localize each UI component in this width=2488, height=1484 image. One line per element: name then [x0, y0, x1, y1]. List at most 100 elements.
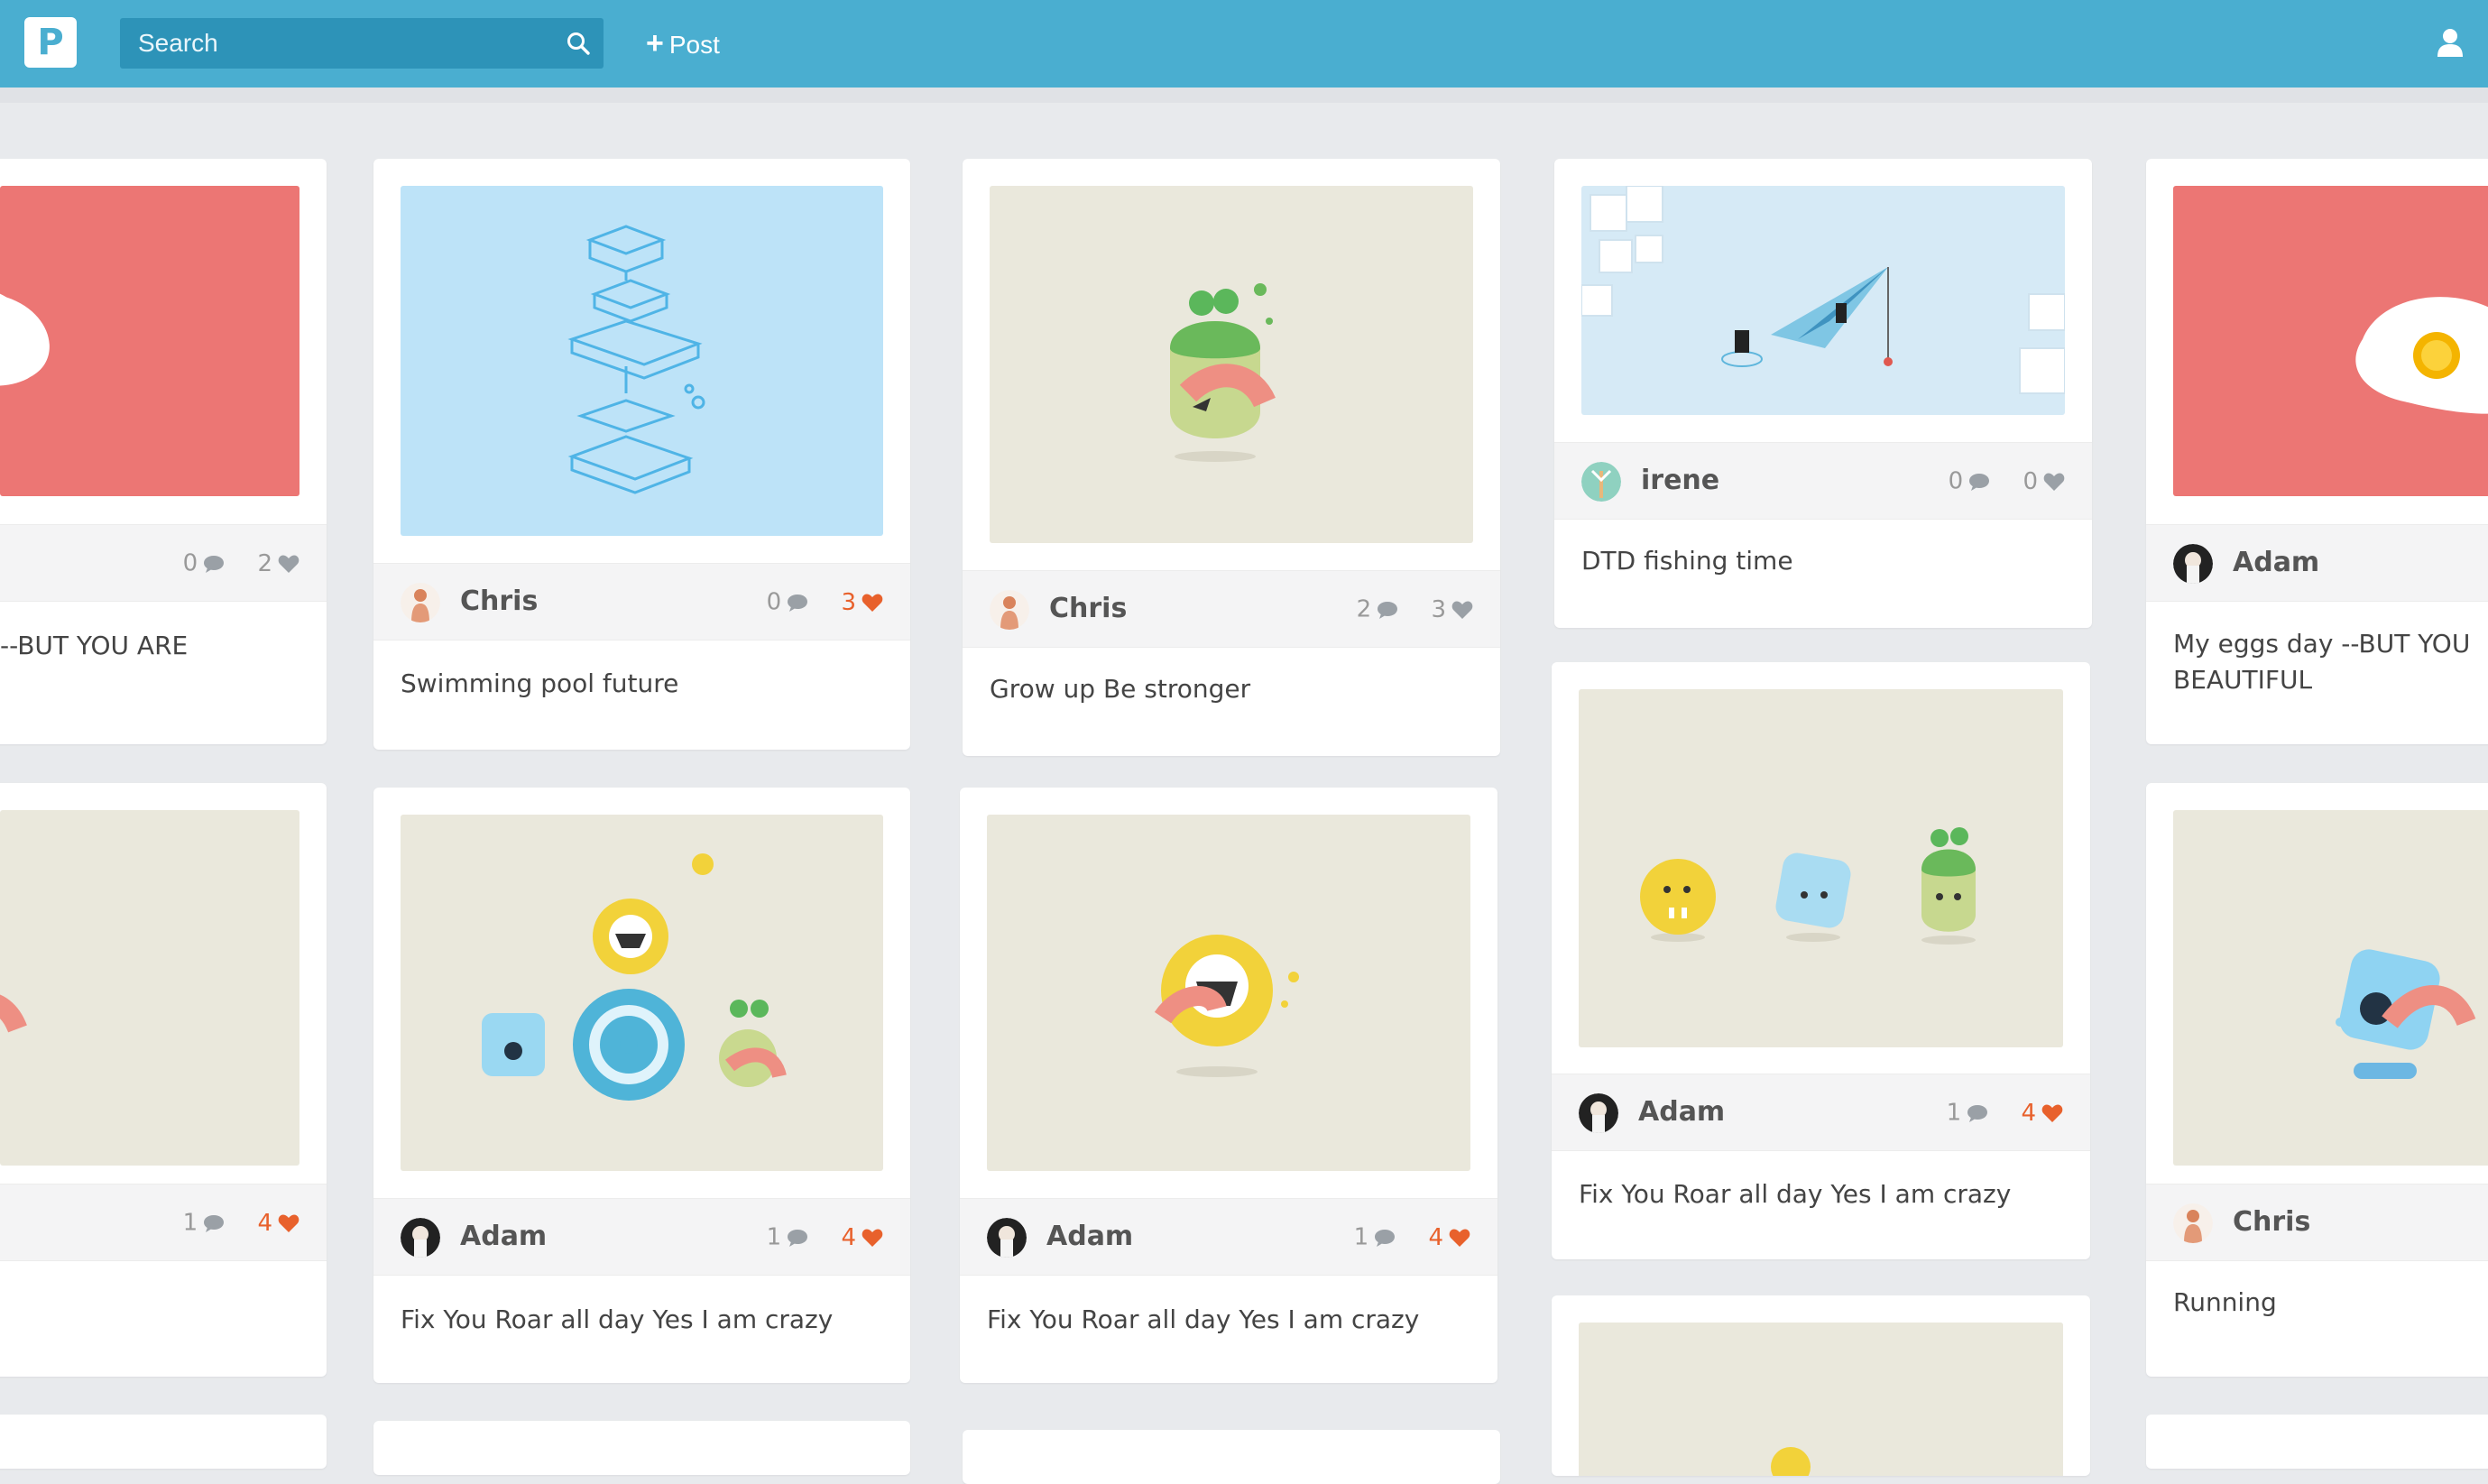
user-avatar[interactable] — [1579, 1093, 1618, 1133]
comment-count: 1 — [1353, 1223, 1369, 1251]
heart-icon[interactable] — [1449, 1228, 1470, 1248]
heart-icon[interactable] — [2041, 1103, 2063, 1123]
user-avatar[interactable] — [990, 590, 1029, 630]
post-image[interactable] — [0, 810, 299, 1166]
post-caption: Running — [2173, 1287, 2277, 1317]
username[interactable]: Chris — [2233, 1184, 2310, 1260]
post-caption: My eggs day --BUT YOU BEAUTIFUL — [2173, 629, 2471, 695]
post-image[interactable] — [401, 186, 883, 536]
post-card[interactable]: Chris Running — [2146, 783, 2488, 1377]
user-avatar[interactable] — [2173, 544, 2213, 584]
plus-icon: + — [646, 26, 664, 60]
post-card[interactable]: Chris 0 3 Swimming pool future — [373, 159, 910, 750]
comment-icon[interactable] — [1967, 1103, 1988, 1123]
comment-icon[interactable] — [203, 1213, 225, 1233]
search-icon[interactable] — [566, 31, 591, 56]
comment-icon[interactable] — [1968, 472, 1990, 492]
user-avatar[interactable] — [401, 1218, 440, 1258]
comment-count: 0 — [766, 588, 782, 616]
username[interactable]: irene — [1641, 443, 1719, 519]
like-count: 2 — [257, 549, 272, 577]
post-meta: Chris — [2146, 1184, 2488, 1261]
app-logo[interactable]: P — [24, 17, 77, 68]
post-stats: 0 2 — [183, 525, 299, 601]
post-image[interactable] — [2173, 186, 2488, 496]
heart-icon[interactable] — [278, 554, 299, 574]
post-meta: 1 4 — [0, 1184, 327, 1261]
search-box — [120, 18, 604, 69]
username[interactable]: Adam — [460, 1199, 547, 1275]
top-navbar: P +Post — [0, 0, 2488, 88]
comment-count: 0 — [1948, 467, 1964, 495]
heart-icon[interactable] — [2043, 472, 2065, 492]
post-card[interactable]: irene 0 0 DTD fishing time — [1554, 159, 2092, 628]
post-image[interactable] — [0, 186, 299, 496]
comment-count: 0 — [182, 549, 198, 577]
post-meta: Chris 0 3 — [373, 563, 910, 641]
like-count: 4 — [1428, 1223, 1443, 1251]
post-meta: 0 2 — [0, 524, 327, 602]
post-stats: 1 4 — [183, 1184, 299, 1260]
post-image[interactable] — [401, 815, 883, 1171]
post-card[interactable] — [0, 1415, 327, 1469]
heart-icon[interactable] — [862, 593, 883, 613]
post-card[interactable]: Adam My eggs day --BUT YOU BEAUTIFUL — [2146, 159, 2488, 744]
post-image[interactable] — [1579, 689, 2063, 1047]
post-image[interactable] — [987, 815, 1470, 1171]
like-count: 4 — [841, 1223, 856, 1251]
logo-letter: P — [37, 22, 64, 63]
heart-icon[interactable] — [1451, 600, 1473, 620]
post-image[interactable] — [1581, 186, 2065, 415]
username[interactable]: Adam — [1638, 1074, 1725, 1150]
post-card[interactable]: Adam 1 4 Fix You Roar all day Yes I am c… — [373, 788, 910, 1383]
post-caption: Fix You Roar all day Yes I am crazy — [401, 1304, 834, 1334]
post-caption: DTD fishing time — [1581, 546, 1793, 576]
post-card[interactable] — [2146, 1415, 2488, 1469]
post-meta: Chris 2 3 — [963, 570, 1500, 648]
post-image[interactable] — [2173, 810, 2488, 1166]
comment-icon[interactable] — [787, 593, 808, 613]
like-count: 0 — [2023, 467, 2038, 495]
post-card[interactable] — [373, 1421, 910, 1475]
user-avatar[interactable] — [2173, 1203, 2213, 1243]
username[interactable]: Chris — [1049, 571, 1127, 647]
comment-icon[interactable] — [203, 554, 225, 574]
username[interactable]: Adam — [2233, 525, 2319, 601]
username[interactable]: Chris — [460, 564, 538, 640]
post-meta: Adam 1 4 — [1552, 1074, 2090, 1151]
heart-icon[interactable] — [278, 1213, 299, 1233]
like-count: 3 — [1431, 595, 1446, 623]
post-caption: Fix You Roar all day Yes I am crazy — [987, 1304, 1420, 1334]
user-avatar[interactable] — [987, 1218, 1027, 1258]
post-stats: 0 3 — [767, 564, 883, 640]
post-card[interactable] — [1552, 1295, 2090, 1476]
comment-icon[interactable] — [787, 1228, 808, 1248]
user-avatar[interactable] — [401, 583, 440, 622]
post-card[interactable]: Adam 1 4 Fix You Roar all day Yes I am c… — [960, 788, 1497, 1383]
post-card[interactable]: Chris 2 3 Grow up Be stronger — [963, 159, 1500, 756]
post-image[interactable] — [990, 186, 1473, 543]
post-image[interactable] — [1579, 1323, 2063, 1476]
user-icon[interactable] — [2436, 27, 2465, 58]
post-card[interactable]: Adam 1 4 Fix You Roar all day Yes I am c… — [1552, 662, 2090, 1259]
heart-icon[interactable] — [862, 1228, 883, 1248]
post-stats: 1 4 — [767, 1199, 883, 1275]
post-meta: Adam — [2146, 524, 2488, 602]
post-meta: Adam 1 4 — [373, 1198, 910, 1276]
post-button[interactable]: + Post — [646, 22, 720, 65]
like-count: 4 — [2021, 1099, 2036, 1127]
post-card[interactable] — [963, 1430, 1500, 1484]
comment-icon[interactable] — [1374, 1228, 1396, 1248]
like-count: 4 — [257, 1209, 272, 1237]
search-input[interactable] — [120, 18, 562, 69]
comment-icon[interactable] — [1377, 600, 1398, 620]
like-count: 3 — [841, 588, 856, 616]
post-caption: Fix You Roar all day Yes I am crazy — [1579, 1179, 2012, 1209]
user-avatar[interactable] — [1581, 462, 1621, 502]
post-card[interactable]: 1 4 — [0, 783, 327, 1377]
comment-count: 1 — [1946, 1099, 1962, 1127]
post-card[interactable]: 0 2 --BUT YOU ARE — [0, 159, 327, 744]
sub-header-strip — [0, 88, 2488, 103]
post-stats: 0 0 — [1949, 443, 2065, 519]
username[interactable]: Adam — [1046, 1199, 1133, 1275]
